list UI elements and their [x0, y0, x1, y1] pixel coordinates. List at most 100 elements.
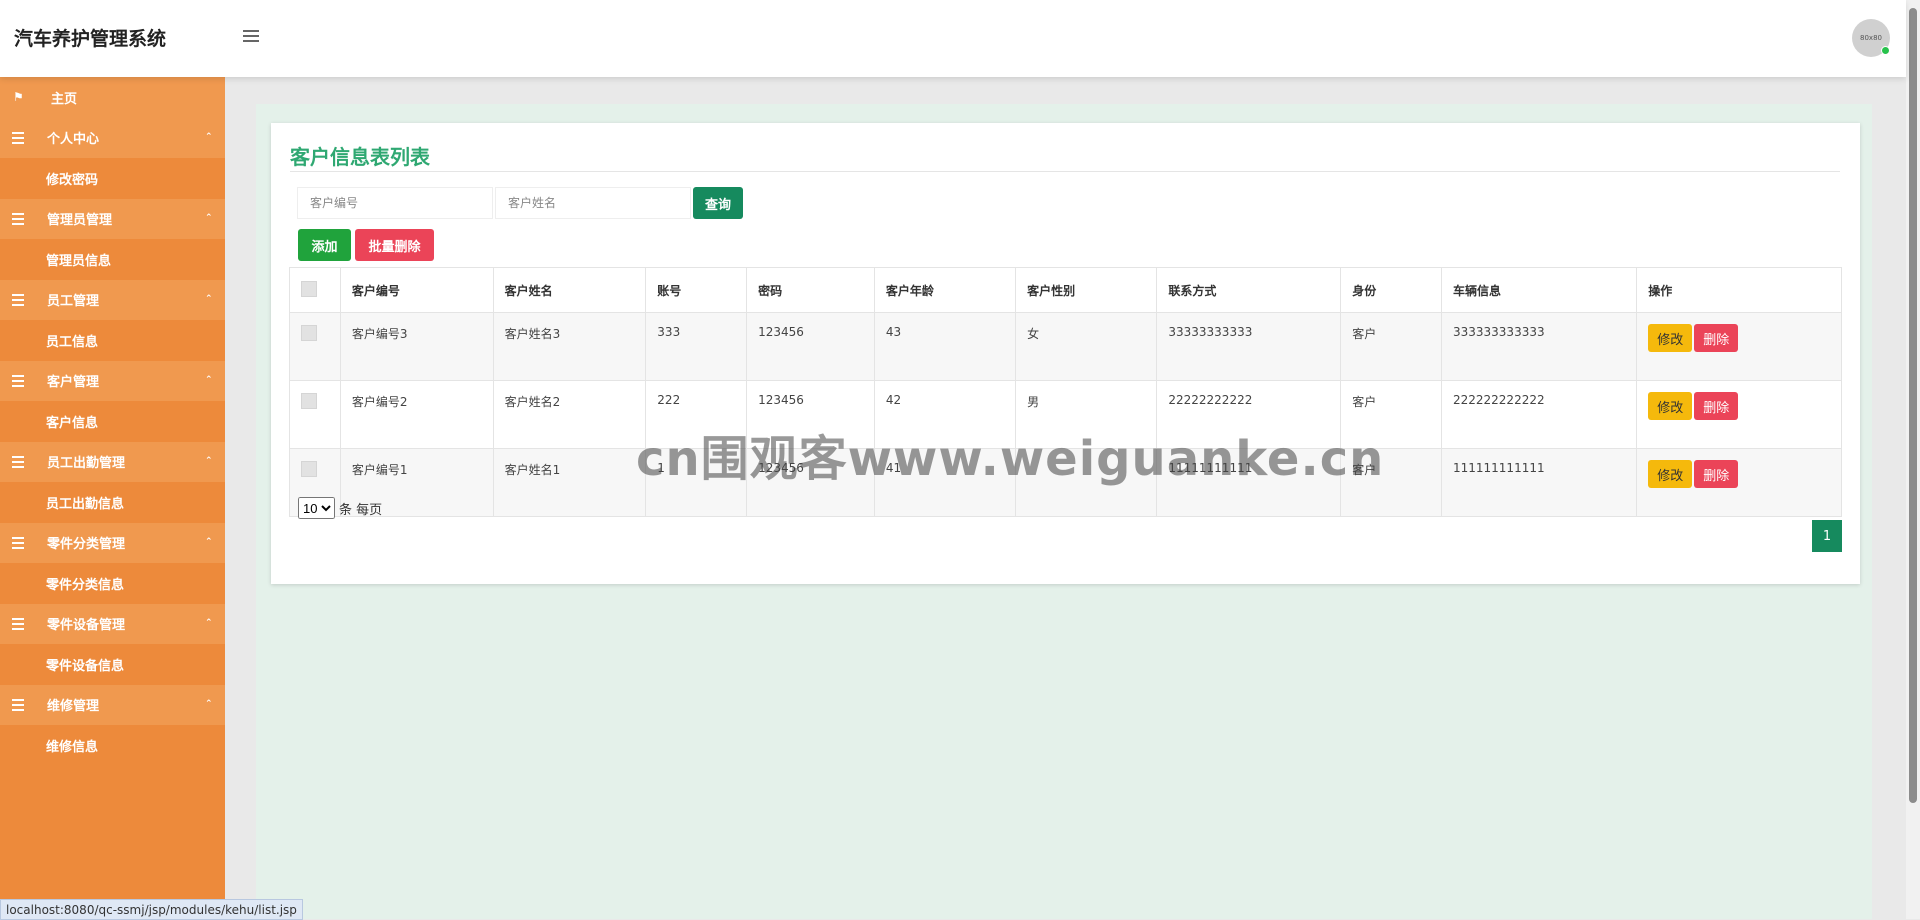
- table-row: 客户编号3 客户姓名3 333 123456 43 女 33333333333 客户 33333…: [289, 312, 1842, 381]
- sidebar-group-5[interactable]: 零件分类管理 ⌃: [0, 522, 225, 563]
- sidebar-subitem-label: 客户信息: [46, 415, 99, 431]
- list-icon: [12, 697, 26, 712]
- list-icon: [12, 373, 26, 388]
- cell-phone: 11111111111: [1156, 448, 1342, 517]
- cell-account: 333: [645, 312, 748, 381]
- customer-code-search-input[interactable]: [297, 187, 493, 219]
- chevron-up-icon: ⌃: [205, 374, 213, 385]
- page-size-select[interactable]: 10: [298, 497, 335, 519]
- sidebar-subitem-6[interactable]: 零件设备信息: [0, 644, 225, 685]
- page-size-control: 10 条 每页: [298, 497, 382, 519]
- cell-code: 客户编号2: [339, 380, 494, 449]
- sidebar-group-label: 个人中心: [47, 132, 100, 148]
- row-select-cell: [289, 380, 341, 449]
- sidebar: ⚑ 主页 个人中心 ⌃ 修改密码 管理员管理 ⌃ 管理员信息 员工管理 ⌃ 员工信息 客户管理 ⌃ 客…: [0, 77, 225, 919]
- chevron-up-icon: ⌃: [205, 536, 213, 547]
- batch-delete-button[interactable]: 批量删除: [355, 229, 434, 261]
- delete-button[interactable]: 删除: [1694, 460, 1739, 488]
- cell-vehicle: 222222222222: [1440, 380, 1638, 449]
- sidebar-subitem-0[interactable]: 修改密码: [0, 158, 225, 199]
- add-button[interactable]: 添加: [298, 229, 351, 261]
- cell-phone: 22222222222: [1156, 380, 1342, 449]
- list-icon: [12, 616, 26, 631]
- chevron-up-icon: ⌃: [205, 131, 213, 142]
- sidebar-group-label: 维修管理: [47, 699, 100, 715]
- column-header: 操作: [1636, 267, 1842, 313]
- edit-button[interactable]: 修改: [1648, 460, 1693, 488]
- sidebar-group-0[interactable]: 个人中心 ⌃: [0, 117, 225, 158]
- cell-name: 客户姓名3: [492, 312, 647, 381]
- avatar[interactable]: 80x80: [1852, 19, 1890, 57]
- sidebar-group-label: 员工出勤管理: [47, 456, 126, 472]
- cell-role: 客户: [1340, 380, 1442, 449]
- column-header: 车辆信息: [1440, 267, 1638, 313]
- column-header: 账号: [645, 267, 748, 313]
- row-select-cell: [289, 312, 341, 381]
- sidebar-group-1[interactable]: 管理员管理 ⌃: [0, 198, 225, 239]
- sidebar-group-label: 员工管理: [47, 294, 100, 310]
- table-row: 客户编号1 客户姓名1 1 123456 41 11111111111 客户 11111111…: [289, 448, 1842, 517]
- list-icon: [12, 211, 26, 226]
- cell-name: 客户姓名1: [492, 448, 647, 517]
- sidebar-item-home[interactable]: ⚑ 主页: [0, 77, 225, 118]
- column-header: 客户年龄: [873, 267, 1017, 313]
- sidebar-group-2[interactable]: 员工管理 ⌃: [0, 279, 225, 320]
- cell-role: 客户: [1340, 448, 1442, 517]
- app-title: 汽车养护管理系统: [14, 28, 167, 50]
- page-scrollbar[interactable]: [1906, 0, 1920, 919]
- list-icon: [12, 535, 26, 550]
- table-row: 客户编号2 客户姓名2 222 123456 42 男 22222222222 客户 22222…: [289, 380, 1842, 449]
- list-icon: [12, 292, 26, 307]
- list-icon: [12, 454, 26, 469]
- cell-actions: 修改 删除: [1636, 380, 1842, 449]
- delete-button[interactable]: 删除: [1694, 392, 1739, 420]
- sidebar-subitem-label: 管理员信息: [46, 253, 112, 269]
- edit-button[interactable]: 修改: [1648, 324, 1693, 352]
- cell-vehicle: 111111111111: [1440, 448, 1638, 517]
- sidebar-subitem-5[interactable]: 零件分类信息: [0, 563, 225, 604]
- title-divider: [290, 171, 1840, 172]
- select-all-checkbox[interactable]: [301, 280, 317, 297]
- query-button[interactable]: 查询: [693, 187, 743, 219]
- row-checkbox[interactable]: [301, 461, 317, 477]
- page-number-button[interactable]: 1: [1812, 520, 1842, 552]
- sidebar-subitem-label: 员工信息: [46, 334, 99, 350]
- top-header: 汽车养护管理系统 80x80: [0, 0, 1906, 77]
- chevron-up-icon: ⌃: [205, 698, 213, 709]
- sidebar-subitem-4[interactable]: 员工出勤信息: [0, 482, 225, 523]
- cell-gender: 女: [1015, 312, 1158, 381]
- cell-name: 客户姓名2: [492, 380, 647, 449]
- cell-actions: 修改 删除: [1636, 448, 1842, 517]
- sidebar-group-6[interactable]: 零件设备管理 ⌃: [0, 603, 225, 644]
- scroll-thumb[interactable]: [1909, 8, 1917, 803]
- sidebar-subitem-label: 维修信息: [46, 739, 99, 755]
- sidebar-subitem-3[interactable]: 客户信息: [0, 401, 225, 442]
- avatar-placeholder-text: 80x80: [1860, 34, 1882, 42]
- customer-name-search-input[interactable]: [495, 187, 691, 219]
- cell-account: 222: [645, 380, 748, 449]
- sidebar-group-3[interactable]: 客户管理 ⌃: [0, 360, 225, 401]
- column-header: 密码: [746, 267, 875, 313]
- menu-toggle-icon[interactable]: [243, 30, 259, 44]
- cell-code: 客户编号3: [339, 312, 494, 381]
- cell-role: 客户: [1340, 312, 1442, 381]
- sidebar-subitem-1[interactable]: 管理员信息: [0, 239, 225, 280]
- column-header: 身份: [1340, 267, 1442, 313]
- delete-button[interactable]: 删除: [1694, 324, 1739, 352]
- edit-button[interactable]: 修改: [1648, 392, 1693, 420]
- cell-password: 123456: [746, 448, 875, 517]
- sidebar-group-7[interactable]: 维修管理 ⌃: [0, 684, 225, 725]
- table-header-row: 客户编号 客户姓名 账号 密码 客户年龄 客户性别 联系方式 身份 车辆信息 操作: [289, 267, 1842, 313]
- sidebar-subitem-7[interactable]: 维修信息: [0, 725, 225, 766]
- row-checkbox[interactable]: [301, 393, 317, 409]
- cell-actions: 修改 删除: [1636, 312, 1842, 381]
- sidebar-group-label: 客户管理: [47, 375, 100, 391]
- sidebar-subitem-2[interactable]: 员工信息: [0, 320, 225, 361]
- sidebar-group-label: 零件设备管理: [47, 618, 126, 634]
- status-url: localhost:8080/qc-ssmj/jsp/modules/kehu/…: [0, 899, 303, 920]
- cell-age: 43: [873, 312, 1017, 381]
- customer-table: 客户编号 客户姓名 账号 密码 客户年龄 客户性别 联系方式 身份 车辆信息 操作 客户编号3 客户…: [289, 267, 1842, 517]
- cell-account: 1: [645, 448, 748, 517]
- sidebar-group-4[interactable]: 员工出勤管理 ⌃: [0, 441, 225, 482]
- row-checkbox[interactable]: [301, 325, 317, 341]
